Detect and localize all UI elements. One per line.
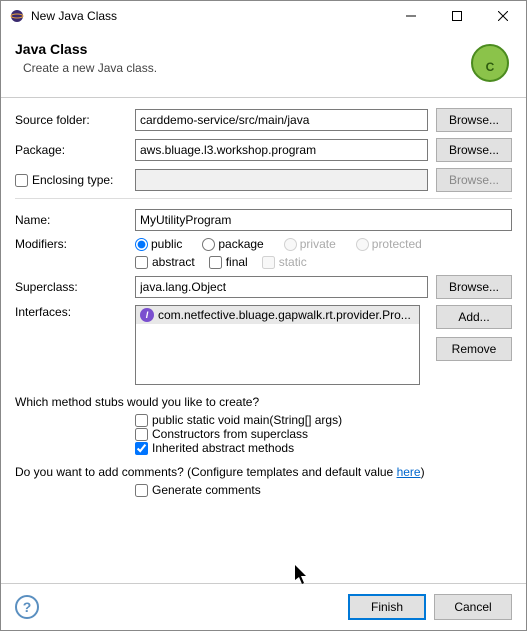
interface-item-label: com.netfective.bluage.gapwalk.rt.provide…: [158, 308, 411, 322]
source-folder-label: Source folder:: [15, 113, 135, 127]
modifier-final-checkbox[interactable]: final: [209, 255, 248, 269]
generate-comments-checkbox[interactable]: Generate comments: [135, 483, 498, 497]
page-subtitle: Create a new Java class.: [15, 61, 468, 75]
browse-superclass-button[interactable]: Browse...: [436, 275, 512, 299]
finish-button[interactable]: Finish: [348, 594, 426, 620]
dialog-footer: ? Finish Cancel: [1, 583, 526, 630]
configure-templates-link[interactable]: here: [397, 465, 421, 479]
stub-inherited-checkbox[interactable]: Inherited abstract methods: [135, 441, 498, 455]
package-label: Package:: [15, 143, 135, 157]
modifier-private-radio: private: [284, 237, 336, 251]
wizard-header: Java Class Create a new Java class. C: [1, 31, 526, 98]
stubs-question: Which method stubs would you like to cre…: [15, 395, 512, 409]
browse-enclosing-button: Browse...: [436, 168, 512, 192]
comments-question: Do you want to add comments? (Configure …: [15, 465, 512, 479]
interfaces-label: Interfaces:: [15, 305, 135, 319]
browse-package-button[interactable]: Browse...: [436, 138, 512, 162]
browse-source-button[interactable]: Browse...: [436, 108, 512, 132]
superclass-label: Superclass:: [15, 280, 135, 294]
cancel-button[interactable]: Cancel: [434, 594, 512, 620]
enclosing-type-checkbox[interactable]: Enclosing type:: [15, 173, 121, 187]
window-title: New Java Class: [31, 9, 388, 23]
modifiers-label: Modifiers:: [15, 237, 135, 251]
modifier-static-checkbox: static: [262, 255, 307, 269]
close-button[interactable]: [480, 1, 526, 31]
svg-text:C: C: [486, 60, 495, 74]
superclass-input[interactable]: [135, 276, 428, 298]
package-input[interactable]: [135, 139, 428, 161]
remove-interface-button[interactable]: Remove: [436, 337, 512, 361]
eclipse-icon: [9, 8, 25, 24]
class-wizard-icon: C: [468, 41, 512, 85]
title-bar: New Java Class: [1, 1, 526, 31]
stub-constructors-checkbox[interactable]: Constructors from superclass: [135, 427, 498, 441]
modifier-abstract-checkbox[interactable]: abstract: [135, 255, 195, 269]
page-title: Java Class: [15, 41, 468, 57]
modifier-public-radio[interactable]: public: [135, 237, 182, 251]
modifier-package-radio[interactable]: package: [202, 237, 263, 251]
modifier-protected-radio: protected: [356, 237, 422, 251]
minimize-button[interactable]: [388, 1, 434, 31]
help-button[interactable]: ?: [15, 595, 39, 619]
source-folder-input[interactable]: [135, 109, 428, 131]
stub-main-checkbox[interactable]: public static void main(String[] args): [135, 413, 498, 427]
interfaces-list[interactable]: I com.netfective.bluage.gapwalk.rt.provi…: [135, 305, 420, 385]
name-input[interactable]: [135, 209, 512, 231]
maximize-button[interactable]: [434, 1, 480, 31]
enclosing-type-input: [135, 169, 428, 191]
name-label: Name:: [15, 213, 135, 227]
add-interface-button[interactable]: Add...: [436, 305, 512, 329]
interface-icon: I: [140, 308, 154, 322]
list-item[interactable]: I com.netfective.bluage.gapwalk.rt.provi…: [136, 306, 419, 324]
